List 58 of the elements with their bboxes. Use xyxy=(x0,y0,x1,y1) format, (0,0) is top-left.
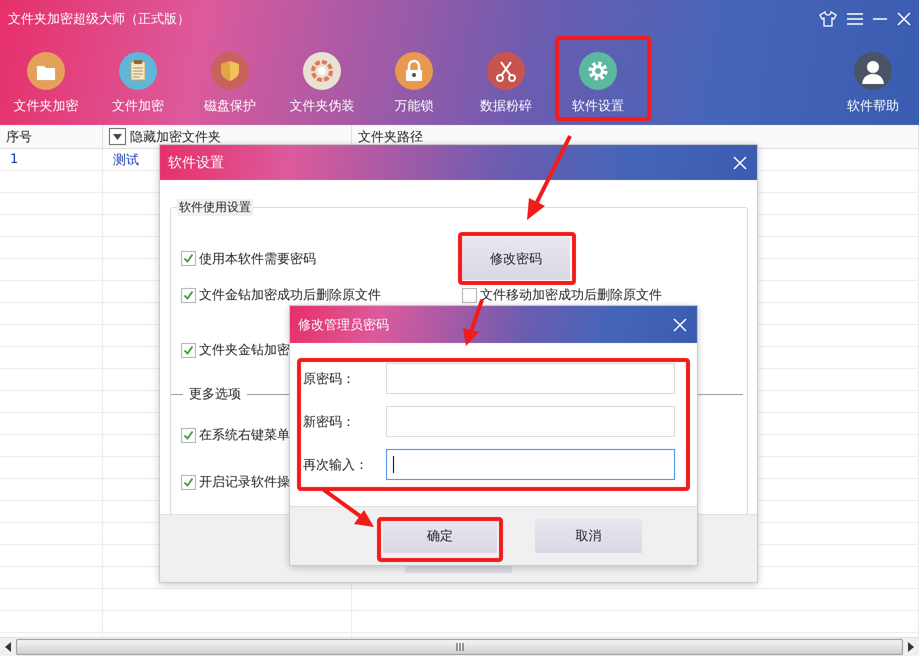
checkbox[interactable] xyxy=(181,428,196,442)
user-icon xyxy=(854,52,892,90)
checkbox[interactable] xyxy=(181,251,196,266)
option-label: 文件金钻加密成功后删除原文件 xyxy=(199,287,381,304)
scroll-left-icon[interactable] xyxy=(4,642,12,652)
checkbox[interactable] xyxy=(181,342,196,358)
close-button[interactable] xyxy=(673,318,687,332)
toolbar-button[interactable]: 万能锁 xyxy=(368,38,460,115)
dialog-title: 修改管理员密码 xyxy=(298,316,389,334)
grip-icon xyxy=(456,643,464,651)
table-cell-text: 测试 xyxy=(113,152,139,168)
toolbar-button[interactable]: 磁盘保护 xyxy=(184,38,276,115)
scroll-right-icon[interactable] xyxy=(907,642,915,652)
cancel-button[interactable]: 取消 xyxy=(535,519,642,553)
dropdown-button[interactable] xyxy=(109,128,126,145)
toolbar-button[interactable]: 文件夹伪装 xyxy=(276,38,368,115)
option-label: 文件移动加密成功后删除原文件 xyxy=(480,287,662,304)
shirt-icon[interactable] xyxy=(819,11,837,27)
scissors-icon xyxy=(487,52,525,90)
section-title: 更多选项 xyxy=(188,386,242,403)
close-button[interactable] xyxy=(733,156,747,170)
group-title: 软件使用设置 xyxy=(177,199,253,216)
annotation-arrow xyxy=(322,488,374,527)
shield-icon xyxy=(211,52,249,90)
dialog-title: 软件设置 xyxy=(168,154,224,172)
option-label: 文件夹金钻加密 xyxy=(199,342,290,359)
field-label: 再次输入： xyxy=(303,456,369,474)
checkbox[interactable] xyxy=(181,474,196,490)
change-password-button[interactable]: 修改密码 xyxy=(462,237,570,280)
menu-icon[interactable] xyxy=(847,12,863,26)
checkbox[interactable] xyxy=(181,288,196,302)
palette-icon xyxy=(303,52,341,90)
checkbox[interactable] xyxy=(462,288,477,302)
gear-icon xyxy=(579,52,617,90)
file-icon xyxy=(119,52,157,90)
folder-icon xyxy=(27,52,65,90)
option-label: 在系统右键菜单 xyxy=(199,427,290,444)
option-label: 使用本软件需要密码 xyxy=(199,250,316,268)
option-label: 开启记录软件操 xyxy=(199,474,290,491)
scrollbar[interactable] xyxy=(0,637,919,656)
field-label: 原密码： xyxy=(303,370,356,388)
column-header[interactable]: 文件夹路径 xyxy=(358,128,423,146)
password-field[interactable] xyxy=(386,449,675,480)
toolbar-button[interactable]: 数据粉碎 xyxy=(460,38,552,115)
toolbar-button[interactable]: 软件设置 xyxy=(552,38,644,115)
window-title: 文件夹加密超级大师（正式版） xyxy=(8,11,191,28)
caret-icon xyxy=(113,134,122,140)
confirm-button[interactable]: 确定 xyxy=(383,519,497,553)
toolbar-button[interactable]: 文件加密 xyxy=(92,38,184,115)
table-cell: 1 xyxy=(10,152,18,167)
toolbar-button[interactable]: 文件夹加密 xyxy=(0,38,92,115)
column-header[interactable]: 序号 xyxy=(6,128,32,146)
column-header[interactable]: 隐藏加密文件夹 xyxy=(130,128,221,146)
annotation-arrow xyxy=(463,299,484,346)
field-label: 新密码： xyxy=(303,414,356,430)
close-icon[interactable] xyxy=(897,12,911,26)
help-button[interactable]: 软件帮助 xyxy=(827,38,919,115)
lock-icon xyxy=(395,52,433,90)
